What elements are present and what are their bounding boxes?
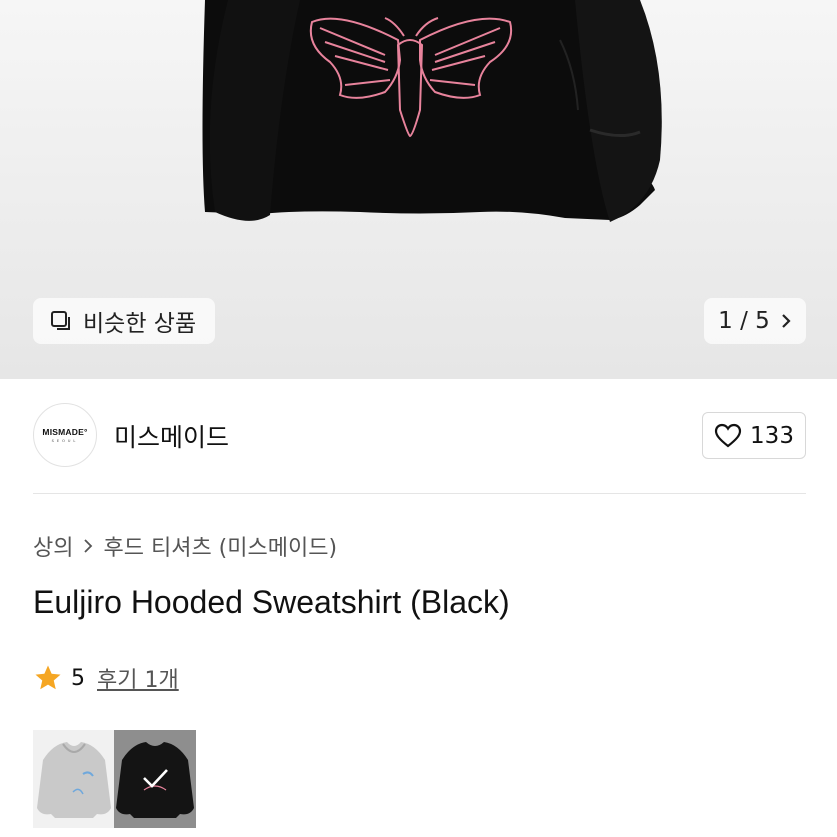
image-counter-button[interactable]: 1 / 5 <box>704 298 806 344</box>
grey-hoodie-image <box>37 742 111 818</box>
rating-row: 5 후기 1개 <box>33 662 179 694</box>
breadcrumb: 상의 후드 티셔츠 (미스메이드) <box>33 530 337 562</box>
breadcrumb-category[interactable]: 상의 <box>33 530 73 562</box>
product-title: Euljiro Hooded Sweatshirt (Black) <box>33 584 510 620</box>
divider <box>33 493 806 494</box>
chevron-right-icon <box>84 539 93 553</box>
like-button[interactable]: 133 <box>702 412 806 459</box>
heart-icon <box>714 423 742 447</box>
similar-products-icon <box>51 311 70 330</box>
similar-products-label: 비슷한 상품 <box>83 311 197 337</box>
star-icon <box>35 665 61 690</box>
black-hoodie-thumbnail[interactable] <box>114 730 196 828</box>
similar-products-button[interactable]: 비슷한 상품 <box>33 298 215 344</box>
brand-name[interactable]: 미스메이드 <box>114 418 229 454</box>
like-count: 133 <box>750 422 794 449</box>
brand-logo-subtext: SEOUL <box>51 439 79 443</box>
brand-logo-text: MISMADE° <box>42 427 88 437</box>
check-icon <box>143 769 168 788</box>
product-image-carousel[interactable]: 비슷한 상품 1 / 5 <box>0 0 837 379</box>
grey-hoodie-thumbnail[interactable] <box>33 730 115 828</box>
image-counter: 1 / 5 <box>718 308 770 334</box>
chevron-right-icon <box>782 314 791 328</box>
review-count-link[interactable]: 후기 1개 <box>97 662 179 694</box>
breadcrumb-subcategory[interactable]: 후드 티셔츠 (미스메이드) <box>103 530 337 562</box>
rating-score: 5 <box>71 665 85 691</box>
brand-logo[interactable]: MISMADE° SEOUL <box>33 403 97 467</box>
